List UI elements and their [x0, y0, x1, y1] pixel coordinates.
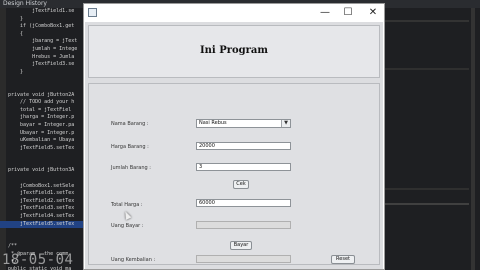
form-panel: Nama Barang : Nasi Rebus ▼ Harga Barang …	[88, 83, 380, 265]
nama-barang-label: Nama Barang :	[111, 121, 149, 127]
code-line: jTextField4.setTex	[8, 213, 75, 220]
code-editor[interactable]: jTextField1.se } if (jComboBox1.get { jb…	[0, 8, 85, 270]
code-line: {	[8, 30, 24, 37]
editor-scrollbar[interactable]	[471, 8, 475, 270]
reset-button[interactable]: Reset	[331, 255, 355, 264]
code-line: jbarang = jText	[8, 38, 78, 45]
code-line: total = jTextFiel	[8, 106, 72, 113]
harga-barang-label: Harga Barang :	[111, 144, 149, 150]
jumlah-barang-label: Jumlah Barang :	[111, 165, 151, 171]
code-line: jumlah = Intege	[8, 45, 78, 52]
code-line: Hrebus = Jumla	[8, 53, 75, 60]
code-line: jTextField3.se	[8, 61, 75, 68]
code-line: jTextField5.setTex	[0, 220, 85, 229]
code-line: jTextField2.setTex	[8, 197, 75, 204]
minimize-button[interactable]: —	[318, 7, 332, 19]
close-button[interactable]: ✕	[366, 7, 380, 19]
date-watermark: 18-05-04	[2, 252, 74, 268]
code-line: jTextField1.se	[8, 8, 75, 14]
code-line: jTextField3.setTex	[8, 205, 75, 212]
harga-barang-field[interactable]: 20000	[196, 142, 291, 150]
cek-button[interactable]: Cek	[233, 180, 249, 189]
chevron-down-icon[interactable]: ▼	[281, 120, 290, 127]
code-line: private void jButton3A	[8, 167, 75, 174]
bayar-button[interactable]: Bayar	[230, 241, 252, 250]
nama-barang-selected: Nasi Rebus	[199, 120, 227, 126]
window-titlebar[interactable]: — ☐ ✕	[84, 4, 384, 22]
code-line: if (jComboBox1.get	[8, 23, 75, 30]
window-content: Ini Program Nama Barang : Nasi Rebus ▼ H…	[85, 22, 383, 269]
code-line: }	[8, 68, 24, 75]
code-line: private void jButton2A	[8, 91, 75, 98]
nama-barang-combo[interactable]: Nasi Rebus ▼	[196, 119, 291, 128]
total-harga-field[interactable]: 60000	[196, 199, 291, 207]
editor-right-pane	[383, 8, 480, 270]
uang-kembalian-label: Uang Kembalian :	[111, 257, 156, 263]
code-line: bayar = Integer.pa	[8, 121, 75, 128]
program-window: — ☐ ✕ Ini Program Nama Barang : Nasi Reb…	[83, 3, 385, 270]
uang-bayar-label: Uang Bayar :	[111, 223, 144, 229]
page-title: Ini Program	[199, 45, 268, 56]
maximize-button[interactable]: ☐	[341, 7, 355, 19]
code-line: /**	[8, 243, 18, 250]
jumlah-barang-field[interactable]: 3	[196, 163, 291, 171]
java-app-icon	[88, 8, 97, 17]
header-panel: Ini Program	[88, 25, 380, 78]
code-line: }	[8, 15, 24, 22]
code-line: jComboBox1.setSele	[8, 182, 75, 189]
total-harga-label: Total Harga :	[111, 202, 143, 208]
code-line: Ubayar = Integer.p	[8, 129, 75, 136]
uang-kembalian-field[interactable]	[196, 255, 291, 263]
code-line: jTextField1.setTex	[8, 190, 75, 197]
code-line: // TODO add your h	[8, 99, 75, 106]
code-line: uKembalian = Ubaya	[8, 137, 75, 144]
code-line: jharga = Integer.p	[8, 114, 75, 121]
code-line: jTextField5.setTex	[8, 144, 75, 151]
uang-bayar-field[interactable]	[196, 221, 291, 229]
